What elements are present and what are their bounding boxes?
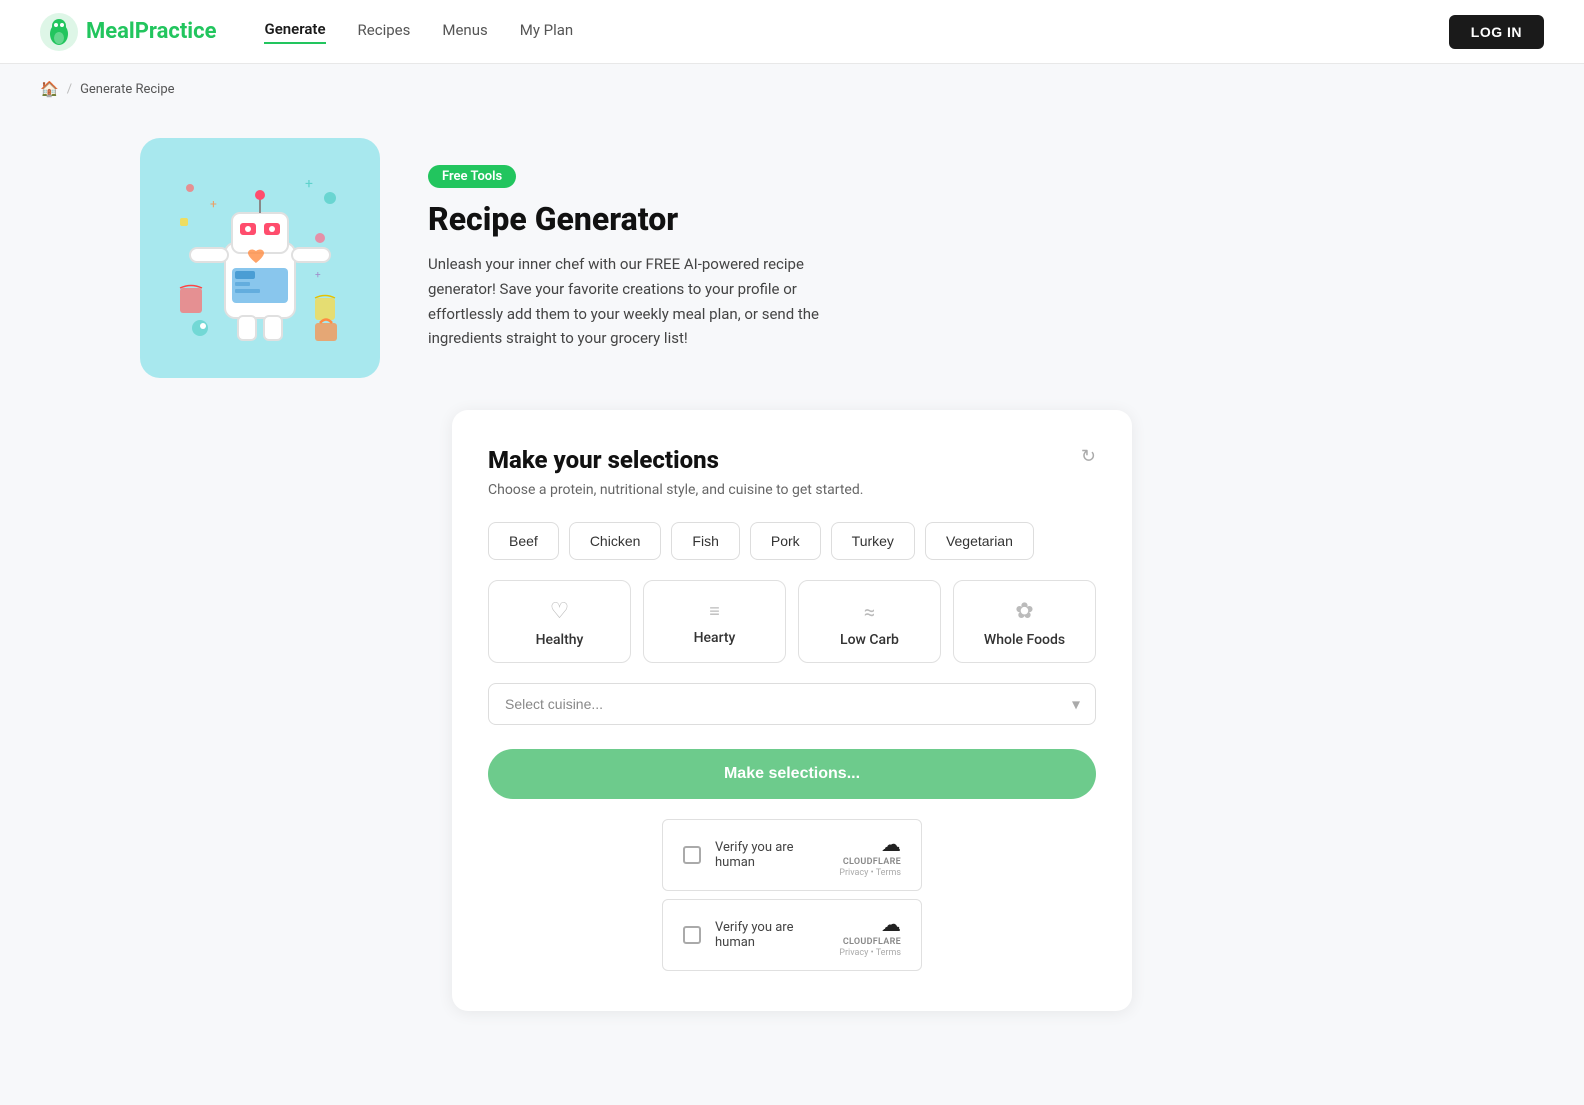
hero-section: + + + bbox=[0, 114, 1584, 410]
cf-verify-text-1: Verify you are human bbox=[715, 840, 825, 870]
nutrition-lowcarb[interactable]: ≈ Low Carb bbox=[798, 580, 941, 663]
cloudflare-box-2[interactable]: Verify you are human ☁ CLOUDFLARE Privac… bbox=[662, 899, 922, 971]
submit-button[interactable]: Make selections... bbox=[488, 749, 1096, 799]
hero-robot-illustration: + + + bbox=[160, 158, 360, 358]
breadcrumb-separator: / bbox=[67, 82, 72, 97]
protein-fish[interactable]: Fish bbox=[671, 522, 739, 560]
logo[interactable]: MealPractice bbox=[40, 13, 216, 51]
cf-logo-1: ☁ CLOUDFLARE Privacy • Terms bbox=[839, 832, 901, 878]
cf-cloud-icon: ☁ bbox=[881, 832, 901, 856]
svg-text:+: + bbox=[210, 197, 217, 211]
hearty-icon: ≡ bbox=[709, 601, 720, 622]
svg-text:+: + bbox=[315, 270, 321, 281]
hero-content: Free Tools Recipe Generator Unleash your… bbox=[428, 165, 848, 351]
cuisine-select[interactable]: Select cuisine... Italian Mexican Asian … bbox=[488, 683, 1096, 725]
lowcarb-icon: ≈ bbox=[864, 600, 875, 624]
nutrition-row: ♡ Healthy ≡ Hearty ≈ Low Carb ✿ Whole Fo… bbox=[488, 580, 1096, 663]
nav-generate[interactable]: Generate bbox=[264, 20, 325, 44]
protein-chicken[interactable]: Chicken bbox=[569, 522, 662, 560]
cf-checkbox-1[interactable] bbox=[683, 846, 701, 864]
healthy-label: Healthy bbox=[536, 632, 584, 648]
protein-vegetarian[interactable]: Vegetarian bbox=[925, 522, 1034, 560]
navbar: MealPractice Generate Recipes Menus My P… bbox=[0, 0, 1584, 64]
cf-checkbox-2[interactable] bbox=[683, 926, 701, 944]
refresh-icon[interactable]: ↻ bbox=[1081, 446, 1096, 467]
healthy-icon: ♡ bbox=[550, 599, 570, 624]
nav-myplan[interactable]: My Plan bbox=[520, 21, 573, 43]
card-title: Make your selections bbox=[488, 446, 719, 474]
breadcrumb: 🏠 / Generate Recipe bbox=[0, 64, 1584, 114]
protein-beef[interactable]: Beef bbox=[488, 522, 559, 560]
cuisine-select-wrap: Select cuisine... Italian Mexican Asian … bbox=[488, 683, 1096, 725]
nutrition-hearty[interactable]: ≡ Hearty bbox=[643, 580, 786, 663]
wholefoods-label: Whole Foods bbox=[984, 632, 1065, 648]
nutrition-wholefoods[interactable]: ✿ Whole Foods bbox=[953, 580, 1096, 663]
cf-brand-text-1: CLOUDFLARE bbox=[843, 857, 901, 867]
cf-links-1[interactable]: Privacy • Terms bbox=[839, 868, 901, 878]
nav-recipes[interactable]: Recipes bbox=[358, 21, 411, 43]
cf-logo-2: ☁ CLOUDFLARE Privacy • Terms bbox=[839, 912, 901, 958]
nutrition-healthy[interactable]: ♡ Healthy bbox=[488, 580, 631, 663]
breadcrumb-home-icon[interactable]: 🏠 bbox=[40, 80, 59, 98]
free-tools-badge: Free Tools bbox=[428, 165, 516, 188]
hero-image: + + + bbox=[140, 138, 380, 378]
cf-links-2[interactable]: Privacy • Terms bbox=[839, 948, 901, 958]
login-button[interactable]: LOG IN bbox=[1449, 15, 1544, 49]
card-header: Make your selections ↻ bbox=[488, 446, 1096, 474]
hero-title: Recipe Generator bbox=[428, 200, 848, 238]
cloudflare-box-1[interactable]: Verify you are human ☁ CLOUDFLARE Privac… bbox=[662, 819, 922, 891]
protein-row: Beef Chicken Fish Pork Turkey Vegetarian bbox=[488, 522, 1096, 560]
logo-icon bbox=[40, 13, 78, 51]
cf-verify-text-2: Verify you are human bbox=[715, 920, 825, 950]
hearty-label: Hearty bbox=[694, 630, 736, 646]
nav-links: Generate Recipes Menus My Plan bbox=[264, 20, 1448, 44]
breadcrumb-current: Generate Recipe bbox=[80, 82, 174, 97]
cf-brand-text-2: CLOUDFLARE bbox=[843, 937, 901, 947]
nav-menus[interactable]: Menus bbox=[442, 21, 487, 43]
protein-turkey[interactable]: Turkey bbox=[831, 522, 915, 560]
card-subtitle: Choose a protein, nutritional style, and… bbox=[488, 482, 1096, 498]
hero-description: Unleash your inner chef with our FREE AI… bbox=[428, 252, 848, 351]
lowcarb-label: Low Carb bbox=[840, 632, 899, 648]
selections-card: Make your selections ↻ Choose a protein,… bbox=[452, 410, 1132, 1011]
cloudflare-section: Verify you are human ☁ CLOUDFLARE Privac… bbox=[488, 819, 1096, 971]
wholefoods-icon: ✿ bbox=[1015, 599, 1033, 624]
logo-text: MealPractice bbox=[86, 19, 216, 44]
cf-cloud-icon-2: ☁ bbox=[881, 912, 901, 936]
protein-pork[interactable]: Pork bbox=[750, 522, 821, 560]
svg-text:+: + bbox=[305, 176, 313, 192]
